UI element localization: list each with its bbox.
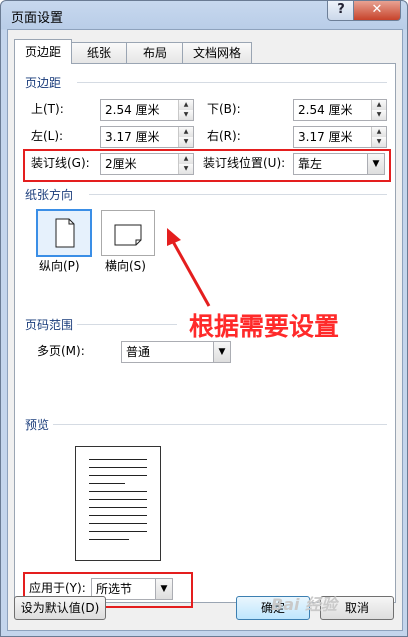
pages-group-label: 页码范围 bbox=[25, 318, 74, 332]
spin-down-icon[interactable]: ▼ bbox=[372, 137, 386, 147]
dialog-title: 页面设置 bbox=[11, 11, 64, 26]
spin-down-icon[interactable]: ▼ bbox=[372, 110, 386, 120]
spin-up-icon[interactable]: ▲ bbox=[372, 100, 386, 110]
tab-margins[interactable]: 页边距 bbox=[14, 39, 72, 64]
left-margin-label: 左(L): bbox=[31, 129, 64, 143]
gutter-position-label: 装订线位置(U): bbox=[203, 156, 286, 170]
landscape-label[interactable]: 横向(S) bbox=[105, 256, 146, 276]
divider bbox=[89, 194, 387, 195]
annotation-text: 根据需要设置 bbox=[189, 312, 340, 341]
preview-line bbox=[89, 467, 147, 468]
spinner-arrows[interactable]: ▲ ▼ bbox=[178, 100, 193, 120]
gutter-label: 装订线(G): bbox=[31, 156, 90, 170]
preview-line bbox=[89, 475, 147, 476]
spin-down-icon[interactable]: ▼ bbox=[179, 137, 193, 147]
preview-line bbox=[89, 499, 147, 500]
spinner-arrows[interactable]: ▲ ▼ bbox=[178, 154, 193, 174]
watermark: Bai 经验 bbox=[271, 595, 338, 614]
dialog-client: 页边距 纸张 布局 文档网格 页边距 上(T): 2.54 厘米 ▲ ▼ 下(B)… bbox=[7, 29, 403, 631]
tab-paper[interactable]: 纸张 bbox=[70, 42, 128, 63]
portrait-label[interactable]: 纵向(P) bbox=[39, 256, 80, 276]
preview-line bbox=[89, 539, 129, 540]
close-button[interactable]: ✕ bbox=[353, 1, 401, 21]
left-margin-value: 3.17 厘米 bbox=[105, 130, 160, 144]
spinner-arrows[interactable]: ▲ ▼ bbox=[178, 127, 193, 147]
spinner-arrows[interactable]: ▲ ▼ bbox=[371, 127, 386, 147]
apply-to-label: 应用于(Y): bbox=[29, 581, 86, 595]
preview-line bbox=[89, 523, 147, 524]
bottom-margin-label: 下(B): bbox=[207, 102, 241, 116]
top-margin-label: 上(T): bbox=[31, 102, 64, 116]
right-margin-value: 3.17 厘米 bbox=[298, 130, 353, 144]
preview-line bbox=[89, 507, 147, 508]
annotation-arrow-icon bbox=[167, 228, 211, 307]
multiple-pages-select[interactable]: 普通 ▼ bbox=[121, 341, 231, 363]
page-setup-dialog: 页面设置 ? ✕ 页边距 纸张 布局 文档网格 页边距 上(T): 2.54 厘… bbox=[0, 0, 408, 637]
margins-group-label: 页边距 bbox=[25, 76, 62, 90]
orientation-group-label: 纸张方向 bbox=[25, 188, 74, 202]
gutter-position-value: 靠左 bbox=[298, 157, 323, 171]
preview-page bbox=[75, 446, 161, 561]
bottom-margin-value: 2.54 厘米 bbox=[298, 103, 353, 117]
tab-layout[interactable]: 布局 bbox=[126, 42, 184, 63]
portrait-option[interactable] bbox=[36, 209, 92, 257]
multiple-pages-label: 多页(M): bbox=[37, 344, 85, 358]
preview-group-label: 预览 bbox=[25, 418, 50, 432]
preview-line bbox=[89, 483, 125, 484]
help-button[interactable]: ? bbox=[327, 1, 355, 21]
title-bar[interactable]: 页面设置 ? ✕ bbox=[1, 1, 407, 29]
spin-up-icon[interactable]: ▲ bbox=[179, 154, 193, 164]
divider bbox=[53, 424, 387, 425]
spin-up-icon[interactable]: ▲ bbox=[179, 127, 193, 137]
preview-line bbox=[89, 515, 147, 516]
multiple-pages-value: 普通 bbox=[126, 345, 151, 359]
portrait-page-icon bbox=[55, 218, 75, 248]
left-margin-spinner[interactable]: 3.17 厘米 ▲ ▼ bbox=[100, 126, 194, 148]
divider bbox=[77, 82, 387, 83]
bottom-margin-spinner[interactable]: 2.54 厘米 ▲ ▼ bbox=[293, 99, 387, 121]
tab-doc-grid[interactable]: 文档网格 bbox=[182, 42, 252, 63]
top-margin-spinner[interactable]: 2.54 厘米 ▲ ▼ bbox=[100, 99, 194, 121]
spin-up-icon[interactable]: ▲ bbox=[372, 127, 386, 137]
margins-panel: 页边距 上(T): 2.54 厘米 ▲ ▼ 下(B): 2.54 厘米 ▲ ▼ 左(… bbox=[14, 63, 396, 608]
right-margin-label: 右(R): bbox=[207, 129, 241, 143]
gutter-spinner[interactable]: 2厘米 ▲ ▼ bbox=[100, 153, 194, 175]
landscape-page-icon bbox=[114, 224, 142, 246]
landscape-option[interactable] bbox=[101, 210, 155, 256]
top-margin-value: 2.54 厘米 bbox=[105, 103, 160, 117]
chevron-down-icon[interactable]: ▼ bbox=[367, 154, 384, 174]
spin-down-icon[interactable]: ▼ bbox=[179, 164, 193, 174]
right-margin-spinner[interactable]: 3.17 厘米 ▲ ▼ bbox=[293, 126, 387, 148]
spin-down-icon[interactable]: ▼ bbox=[179, 110, 193, 120]
preview-line bbox=[89, 459, 147, 460]
chevron-down-icon[interactable]: ▼ bbox=[155, 579, 172, 599]
gutter-position-select[interactable]: 靠左 ▼ bbox=[293, 153, 385, 175]
spin-up-icon[interactable]: ▲ bbox=[179, 100, 193, 110]
chevron-down-icon[interactable]: ▼ bbox=[213, 342, 230, 362]
gutter-value: 2厘米 bbox=[105, 157, 137, 171]
set-default-button[interactable]: 设为默认值(D) bbox=[14, 596, 106, 620]
preview-line bbox=[89, 531, 147, 532]
spinner-arrows[interactable]: ▲ ▼ bbox=[371, 100, 386, 120]
preview-line bbox=[89, 491, 147, 492]
divider bbox=[77, 324, 177, 325]
